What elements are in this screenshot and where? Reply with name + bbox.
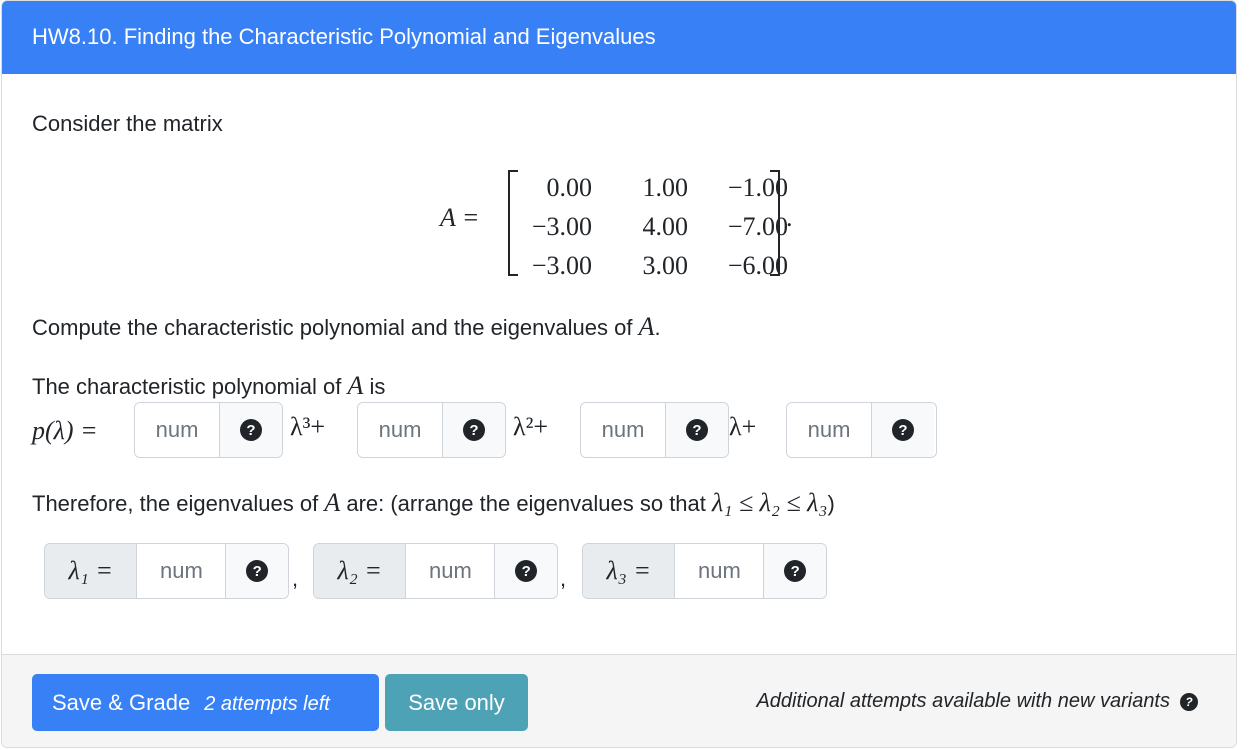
matrix-period: . <box>786 203 793 232</box>
matrix-cell: −3.00 <box>531 212 592 241</box>
question-circle-icon: ? <box>892 419 914 441</box>
term-lambda-squared: λ²+ <box>513 412 549 441</box>
question-circle-icon: ? <box>240 419 262 441</box>
eigenvalue-3-help[interactable]: ? <box>763 544 826 598</box>
question-title: HW8.10. Finding the Characteristic Polyn… <box>32 24 656 49</box>
separator: , <box>560 566 567 591</box>
matrix-label: A = <box>440 203 480 232</box>
matrix-grid: 0.00 1.00 −1.00 −3.00 4.00 −7.00 −3.00 3… <box>520 168 792 285</box>
coef-linear-group: ? <box>580 402 729 458</box>
matrix-cell: 0.00 <box>546 173 593 202</box>
coef-constant-input[interactable] <box>787 403 871 457</box>
eigenvalue-1-label: λ₁ = <box>45 544 138 598</box>
eigenvalue-intro: Therefore, the eigenvalues of A are: (ar… <box>32 488 835 517</box>
attempts-note-text: Additional attempts available with new v… <box>756 690 1170 712</box>
question-circle-icon: ? <box>246 560 269 582</box>
eigenvalue-1-input[interactable] <box>137 544 226 598</box>
card-header: HW8.10. Finding the Characteristic Polyn… <box>2 1 1236 74</box>
matrix-cell: −3.00 <box>531 251 592 280</box>
card-footer: Save & Grade 2 attempts left Save only Ad… <box>2 654 1236 747</box>
coef-cubic-help[interactable]: ? <box>219 403 282 457</box>
question-circle-icon: ? <box>515 560 538 582</box>
eigenvalue-3-group: λ₃ = ? <box>582 543 827 599</box>
eigenvalue-2-label: λ₂ = <box>314 544 407 598</box>
term-lambda: λ+ <box>729 412 757 441</box>
eigenvalue-1-help[interactable]: ? <box>225 544 288 598</box>
coef-cubic-group: ? <box>134 402 283 458</box>
save-grade-button[interactable]: Save & Grade 2 attempts left <box>32 674 379 731</box>
matrix-cell: 3.00 <box>642 251 689 280</box>
question-circle-icon: ? <box>784 560 807 582</box>
eigenvalue-2-input[interactable] <box>406 544 495 598</box>
coef-constant-help[interactable]: ? <box>871 403 934 457</box>
intro-text: Consider the matrix <box>32 111 223 136</box>
attempts-note: Additional attempts available with new v… <box>756 690 1198 713</box>
eigenvalue-2-help[interactable]: ? <box>494 544 557 598</box>
question-circle-icon[interactable]: ? <box>1180 692 1198 711</box>
term-lambda-cubed: λ³+ <box>290 412 326 441</box>
eigenvalue-1-group: λ₁ = ? <box>44 543 289 599</box>
coef-quadratic-input[interactable] <box>358 403 442 457</box>
attempts-left: 2 attempts left <box>204 692 330 715</box>
matrix-cell: 4.00 <box>642 212 689 241</box>
coef-cubic-input[interactable] <box>135 403 219 457</box>
compute-text: Compute the characteristic polynomial an… <box>32 312 661 341</box>
question-body: Consider the matrix A = 0.00 1.00 −1.00 … <box>2 74 1236 654</box>
polynomial-intro: The characteristic polynomial of A is <box>32 371 386 400</box>
save-only-button[interactable]: Save only <box>385 674 528 731</box>
left-bracket <box>508 170 518 276</box>
coef-quadratic-group: ? <box>357 402 506 458</box>
eigenvalue-2-group: λ₂ = ? <box>313 543 558 599</box>
question-circle-icon: ? <box>686 419 708 441</box>
separator: , <box>292 566 299 591</box>
coef-constant-group: ? <box>786 402 937 458</box>
save-grade-label: Save & Grade <box>52 689 191 715</box>
matrix-cell: 1.00 <box>642 173 689 202</box>
eigenvalue-3-input[interactable] <box>675 544 764 598</box>
question-card: HW8.10. Finding the Characteristic Polyn… <box>1 0 1237 748</box>
coef-quadratic-help[interactable]: ? <box>442 403 505 457</box>
question-circle-icon: ? <box>463 419 485 441</box>
coef-linear-input[interactable] <box>581 403 665 457</box>
polynomial-lhs: p(λ) = <box>32 416 98 445</box>
eigenvalue-3-label: λ₃ = <box>583 544 676 598</box>
coef-linear-help[interactable]: ? <box>665 403 728 457</box>
right-bracket <box>770 170 780 276</box>
